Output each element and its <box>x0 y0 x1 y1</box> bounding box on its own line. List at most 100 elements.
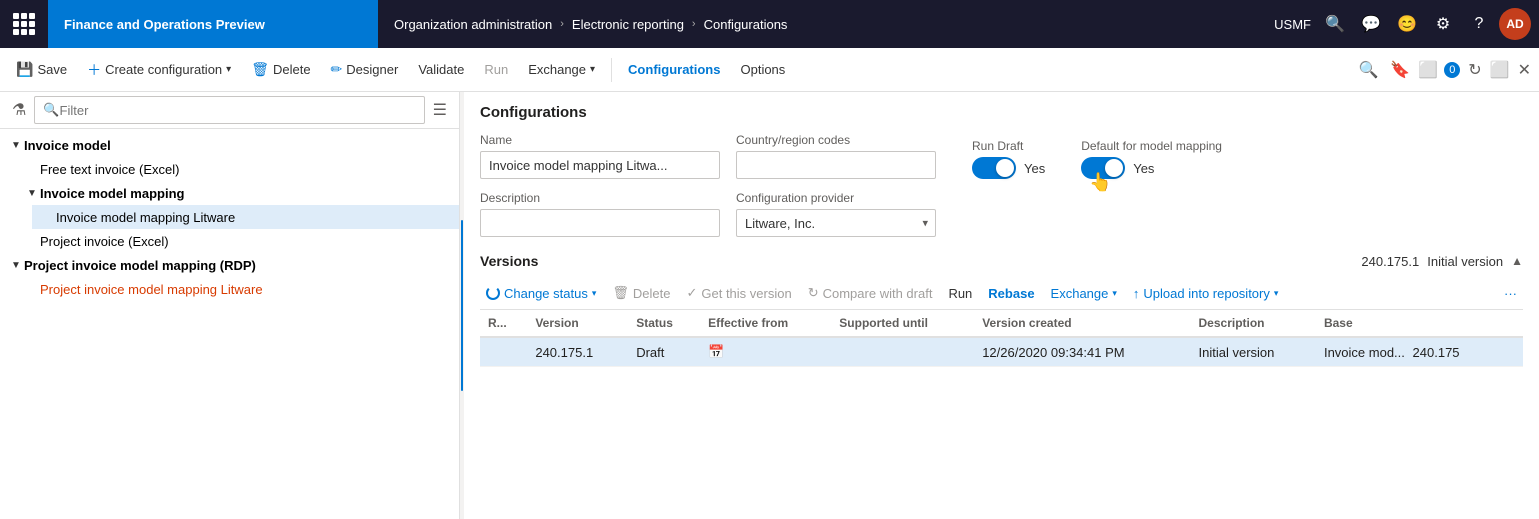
user-label: USMF <box>1274 17 1311 32</box>
desc-input[interactable] <box>480 209 720 237</box>
more-button[interactable]: ··· <box>1498 282 1523 305</box>
filter-icon[interactable]: ⚗ <box>8 96 30 124</box>
versions-header: Versions 240.175.1 Initial version ▲ <box>480 253 1523 269</box>
badge: 0 <box>1444 62 1460 78</box>
emoji-icon[interactable]: 😊 <box>1391 8 1423 40</box>
options-button[interactable]: Options <box>732 54 793 86</box>
avatar[interactable]: AD <box>1499 8 1531 40</box>
default-model-group: Default for model mapping 👆 Yes <box>1081 139 1222 179</box>
base-link[interactable]: Invoice mod... <box>1324 345 1405 360</box>
refresh-icon[interactable]: ↻ <box>1468 60 1481 80</box>
col-description: Description <box>1191 310 1316 337</box>
get-version-icon: ✓ <box>686 285 697 301</box>
nav-electronic-reporting[interactable]: Electronic reporting <box>572 17 684 32</box>
nav-org-admin[interactable]: Organization administration <box>394 17 552 32</box>
cell-version-created: 12/26/2020 09:34:41 PM <box>974 337 1190 367</box>
tree-item-invoice-mapping-litware[interactable]: Invoice model mapping Litware <box>32 205 459 229</box>
ver-delete-button[interactable]: 🗑 Delete <box>606 281 676 305</box>
top-bar: Finance and Operations Preview Organizat… <box>0 0 1539 48</box>
notifications-icon[interactable]: 💬 <box>1355 8 1387 40</box>
upload-into-repo-button[interactable]: ↑ Upload into repository ▾ <box>1127 282 1285 305</box>
exchange-button[interactable]: Exchange ▾ <box>520 54 603 86</box>
versions-badge: 240.175.1 Initial version ▲ <box>1361 254 1523 269</box>
nav-configurations[interactable]: Configurations <box>704 17 788 32</box>
apps-button[interactable] <box>0 0 48 48</box>
ver-run-button[interactable]: Run <box>942 282 978 305</box>
version-toolbar: Change status ▾ 🗑 Delete ✓ Get this vers… <box>480 277 1523 310</box>
tree-item-project-litware[interactable]: Project invoice model mapping Litware <box>16 277 459 301</box>
tree-label-free-text: Free text invoice (Excel) <box>40 162 179 177</box>
app-title: Finance and Operations Preview <box>48 0 378 48</box>
table-header-row: R... Version Status Effective from Suppo… <box>480 310 1523 337</box>
cell-effective-from: 📅 <box>700 337 831 367</box>
create-configuration-button[interactable]: ＋ Create configuration ▾ <box>79 54 239 86</box>
upload-chevron: ▾ <box>1274 288 1279 299</box>
bookmark-icon[interactable]: 🔖 <box>1390 60 1410 80</box>
default-model-label: Default for model mapping <box>1081 139 1222 153</box>
tree-item-project-invoice-excel[interactable]: Project invoice (Excel) <box>16 229 459 253</box>
toggle-litware <box>40 209 56 225</box>
tree-label-invoice-model: Invoice model <box>24 138 111 153</box>
panel-icon[interactable]: ⬜ <box>1418 60 1438 80</box>
versions-section: Versions 240.175.1 Initial version ▲ Cha… <box>480 253 1523 367</box>
close-icon[interactable]: ✕ <box>1518 60 1531 80</box>
run-draft-toggle[interactable] <box>972 157 1016 179</box>
configurations-tab-button[interactable]: Configurations <box>620 54 728 86</box>
country-input[interactable] <box>736 151 936 179</box>
ver-exchange-button[interactable]: Exchange ▾ <box>1045 282 1123 305</box>
tree-label-rdp: Project invoice model mapping (RDP) <box>24 258 256 273</box>
filter-input[interactable] <box>60 103 416 118</box>
toggle-rdp[interactable]: ▼ <box>8 257 24 273</box>
apps-grid-icon <box>13 13 35 35</box>
validate-button[interactable]: Validate <box>410 54 472 86</box>
cell-status: Draft <box>628 337 700 367</box>
designer-icon: ✏ <box>331 61 343 78</box>
toggle-free-text <box>24 161 40 177</box>
expand-icon[interactable]: ⬜ <box>1490 60 1510 80</box>
toggle-invoice-mapping[interactable]: ▼ <box>24 185 40 201</box>
calendar-icon[interactable]: 📅 <box>708 344 724 359</box>
tree-item-free-text-invoice[interactable]: Free text invoice (Excel) <box>16 157 459 181</box>
delete-button[interactable]: 🗑 Delete <box>243 54 318 86</box>
name-input[interactable] <box>480 151 720 179</box>
help-icon[interactable]: ? <box>1463 8 1495 40</box>
default-model-toggle[interactable]: 👆 <box>1081 157 1125 179</box>
base-version: 240.175 <box>1413 345 1460 360</box>
tree-item-invoice-model[interactable]: ▼ Invoice model <box>0 133 459 157</box>
upload-icon: ↑ <box>1133 286 1140 301</box>
form-group-country: Country/region codes <box>736 133 936 179</box>
search-icon[interactable]: 🔍 <box>1319 8 1351 40</box>
run-draft-value: Yes <box>1024 161 1045 176</box>
compare-with-draft-button[interactable]: ↻ Compare with draft <box>802 281 939 305</box>
versions-table: R... Version Status Effective from Suppo… <box>480 310 1523 367</box>
delete-icon: 🗑 <box>251 61 269 78</box>
run-draft-toggle-row: Yes <box>972 157 1045 179</box>
get-this-version-button[interactable]: ✓ Get this version <box>680 281 797 305</box>
sidebar-toolbar: ⚗ 🔍 ☰ <box>0 92 459 129</box>
toggle-invoice-model[interactable]: ▼ <box>8 137 24 153</box>
change-status-button[interactable]: Change status ▾ <box>480 282 602 305</box>
cell-r <box>480 337 527 367</box>
versions-title: Versions <box>480 253 538 269</box>
rebase-button[interactable]: Rebase <box>982 282 1040 305</box>
run-draft-label: Run Draft <box>972 139 1045 153</box>
create-chevron-icon: ▾ <box>226 64 231 75</box>
versions-collapse-icon[interactable]: ▲ <box>1511 254 1523 268</box>
toolbar-search-icon[interactable]: 🔍 <box>1359 60 1379 80</box>
version-number: 240.175.1 <box>1361 254 1419 269</box>
sidebar-resizer[interactable] <box>460 92 464 519</box>
default-model-value: Yes <box>1133 161 1154 176</box>
form-row-2: Description Configuration provider Litwa… <box>480 191 1523 237</box>
tree-item-project-invoice-rdp[interactable]: ▼ Project invoice model mapping (RDP) <box>0 253 459 277</box>
tree: ▼ Invoice model Free text invoice (Excel… <box>0 129 459 519</box>
run-button[interactable]: Run <box>476 54 516 86</box>
cmd-separator-1 <box>611 58 612 82</box>
settings-icon[interactable]: ⚙ <box>1427 8 1459 40</box>
provider-select[interactable]: Litware, Inc. <box>736 209 936 237</box>
designer-button[interactable]: ✏ Designer <box>323 54 407 86</box>
provider-select-wrapper: Litware, Inc. <box>736 209 936 237</box>
save-button[interactable]: 💾 Save <box>8 54 75 86</box>
table-row[interactable]: 240.175.1 Draft 📅 12/26/2020 09:34:41 PM… <box>480 337 1523 367</box>
tree-item-invoice-model-mapping[interactable]: ▼ Invoice model mapping <box>16 181 459 205</box>
sidebar-lines-icon[interactable]: ☰ <box>429 96 451 124</box>
